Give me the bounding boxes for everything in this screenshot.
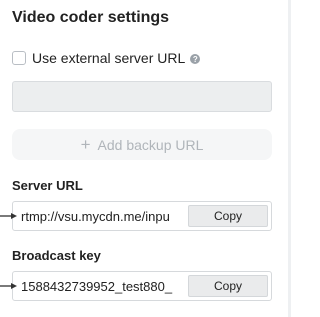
broadcast-key-field[interactable]: 1588432739952_test880_ Copy [12,271,272,301]
arrow-right-icon [0,283,17,289]
broadcast-key-value[interactable]: 1588432739952_test880_ [13,279,188,294]
external-server-checkbox[interactable] [12,51,26,65]
panel-divider [288,0,291,317]
video-coder-settings-panel: Video coder settings Use external server… [0,0,291,317]
help-icon[interactable]: ? [190,54,201,64]
external-server-option[interactable]: Use external server URL ? [12,49,201,67]
server-url-field[interactable]: rtmp://vsu.mycdn.me/inpu Copy [12,201,272,231]
plus-icon: + [80,135,91,154]
broadcast-key-label: Broadcast key [12,248,101,263]
add-backup-url-label: Add backup URL [97,136,204,153]
server-url-value[interactable]: rtmp://vsu.mycdn.me/inpu [13,209,188,224]
copy-server-url-button[interactable]: Copy [188,205,268,227]
external-server-label[interactable]: Use external server URL [32,50,185,66]
arrow-right-icon [0,213,17,219]
copy-broadcast-key-button[interactable]: Copy [188,275,268,297]
server-url-label: Server URL [12,178,83,193]
external-server-url-input [12,81,272,112]
page-title: Video coder settings [12,9,170,26]
add-backup-url-button: + Add backup URL [12,129,272,160]
